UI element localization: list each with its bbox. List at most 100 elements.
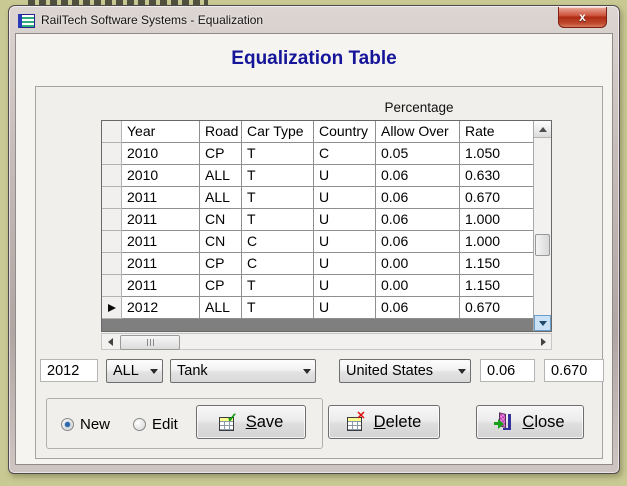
- cell-country[interactable]: U: [314, 253, 376, 275]
- cell-road[interactable]: CN: [200, 209, 242, 231]
- cell-road[interactable]: ALL: [200, 297, 242, 319]
- road-select[interactable]: ALL: [106, 359, 163, 383]
- cell-road[interactable]: ALL: [200, 165, 242, 187]
- arrow-right-icon: [540, 337, 550, 346]
- cell-allow-over[interactable]: 0.06: [376, 231, 460, 253]
- column-header-allow-over: Allow Over: [376, 121, 460, 143]
- desktop-background: RailTech Software Systems - Equalization…: [0, 0, 627, 486]
- rate-field[interactable]: [544, 359, 604, 382]
- cell-car-type[interactable]: C: [242, 253, 314, 275]
- cell-year[interactable]: 2011: [122, 187, 200, 209]
- exit-door-icon: [494, 411, 513, 431]
- cell-road[interactable]: CP: [200, 143, 242, 165]
- column-header-year: Year: [122, 121, 200, 143]
- cell-road[interactable]: CP: [200, 253, 242, 275]
- row-selector-cell[interactable]: [102, 209, 122, 231]
- car-type-select[interactable]: Tank: [170, 359, 316, 383]
- cell-country[interactable]: U: [314, 165, 376, 187]
- cell-rate[interactable]: 1.000: [460, 231, 534, 253]
- table-row[interactable]: 2012 ALL T U 0.06 0.670: [102, 297, 534, 319]
- cell-rate[interactable]: 1.150: [460, 275, 534, 297]
- grid-horizontal-scrollbar[interactable]: [101, 333, 552, 350]
- cell-year[interactable]: 2011: [122, 231, 200, 253]
- arrow-down-icon: [538, 320, 547, 330]
- radio-edit[interactable]: Edit: [133, 416, 178, 433]
- table-row[interactable]: 2011 CN T U 0.06 1.000: [102, 209, 534, 231]
- table-row[interactable]: 2011 CP T U 0.00 1.150: [102, 275, 534, 297]
- cell-allow-over[interactable]: 0.06: [376, 209, 460, 231]
- cell-year[interactable]: 2010: [122, 165, 200, 187]
- cell-year[interactable]: 2011: [122, 275, 200, 297]
- table-row[interactable]: 2011 CP C U 0.00 1.150: [102, 253, 534, 275]
- row-selector-cell[interactable]: [102, 143, 122, 165]
- radio-new[interactable]: New: [61, 416, 110, 433]
- row-selector-cell[interactable]: [102, 253, 122, 275]
- grid-vertical-scrollbar[interactable]: [533, 121, 551, 331]
- cell-country[interactable]: U: [314, 275, 376, 297]
- cell-rate[interactable]: 0.670: [460, 187, 534, 209]
- cell-car-type[interactable]: C: [242, 231, 314, 253]
- cell-year[interactable]: 2012: [122, 297, 200, 319]
- cell-car-type[interactable]: T: [242, 275, 314, 297]
- scroll-up-button[interactable]: [534, 121, 551, 138]
- cell-allow-over[interactable]: 0.06: [376, 165, 460, 187]
- close-icon: x: [579, 10, 586, 24]
- close-window-button[interactable]: x: [558, 7, 607, 28]
- table-row[interactable]: 2011 CN C U 0.06 1.000: [102, 231, 534, 253]
- delete-button[interactable]: ✕ Delete: [328, 405, 440, 439]
- cell-allow-over[interactable]: 0.00: [376, 275, 460, 297]
- cell-rate[interactable]: 0.630: [460, 165, 534, 187]
- cell-rate[interactable]: 0.670: [460, 297, 534, 319]
- cell-country[interactable]: U: [314, 231, 376, 253]
- cell-allow-over[interactable]: 0.06: [376, 187, 460, 209]
- content-panel: Percentage Year Road Car Type Country Al…: [35, 86, 604, 459]
- cell-rate[interactable]: 1.000: [460, 209, 534, 231]
- vertical-scroll-thumb[interactable]: [535, 234, 550, 256]
- scroll-right-button[interactable]: [535, 334, 551, 349]
- cell-road[interactable]: CN: [200, 231, 242, 253]
- scroll-left-button[interactable]: [102, 334, 118, 349]
- cell-car-type[interactable]: T: [242, 297, 314, 319]
- allow-over-field[interactable]: [480, 359, 535, 382]
- country-select[interactable]: United States: [339, 359, 471, 383]
- row-selector-cell[interactable]: [102, 231, 122, 253]
- cell-country[interactable]: C: [314, 143, 376, 165]
- year-field[interactable]: [40, 359, 98, 382]
- cell-car-type[interactable]: T: [242, 143, 314, 165]
- cell-year[interactable]: 2010: [122, 143, 200, 165]
- save-button[interactable]: ✓ Save: [196, 405, 306, 439]
- cell-allow-over[interactable]: 0.05: [376, 143, 460, 165]
- cell-car-type[interactable]: T: [242, 209, 314, 231]
- arrow-left-icon: [104, 337, 113, 346]
- table-row[interactable]: 2010 ALL T U 0.06 0.630: [102, 165, 534, 187]
- title-bar[interactable]: RailTech Software Systems - Equalization: [9, 6, 619, 33]
- cell-allow-over[interactable]: 0.06: [376, 297, 460, 319]
- cell-road[interactable]: CP: [200, 275, 242, 297]
- dropdown-zone: [145, 360, 162, 382]
- cell-rate[interactable]: 1.150: [460, 253, 534, 275]
- horizontal-scroll-thumb[interactable]: [120, 335, 180, 350]
- column-header-road: Road: [200, 121, 242, 143]
- delete-table-icon: ✕: [346, 410, 366, 431]
- table-row[interactable]: 2011 ALL T U 0.06 0.670: [102, 187, 534, 209]
- cell-car-type[interactable]: T: [242, 187, 314, 209]
- close-button[interactable]: Close: [476, 405, 584, 439]
- dropdown-zone: [453, 360, 470, 382]
- cell-rate[interactable]: 1.050: [460, 143, 534, 165]
- chevron-down-icon: [149, 368, 158, 378]
- cell-car-type[interactable]: T: [242, 165, 314, 187]
- cell-road[interactable]: ALL: [200, 187, 242, 209]
- cell-country[interactable]: U: [314, 209, 376, 231]
- row-selector-cell[interactable]: [102, 187, 122, 209]
- table-row[interactable]: 2010 CP T C 0.05 1.050: [102, 143, 534, 165]
- cell-country[interactable]: U: [314, 297, 376, 319]
- window-title: RailTech Software Systems - Equalization: [41, 13, 264, 27]
- cell-year[interactable]: 2011: [122, 253, 200, 275]
- cell-country[interactable]: U: [314, 187, 376, 209]
- cell-allow-over[interactable]: 0.00: [376, 253, 460, 275]
- row-selector-cell[interactable]: [102, 165, 122, 187]
- row-selector-cell[interactable]: [102, 297, 122, 319]
- row-selector-cell[interactable]: [102, 275, 122, 297]
- scroll-down-button[interactable]: [534, 315, 551, 331]
- cell-year[interactable]: 2011: [122, 209, 200, 231]
